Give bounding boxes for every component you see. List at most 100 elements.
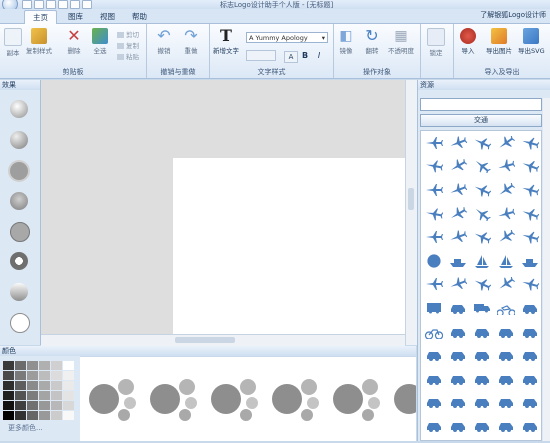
- print-icon[interactable]: [58, 0, 68, 9]
- effect-bevel[interactable]: [10, 131, 28, 149]
- color-swatch[interactable]: [39, 361, 50, 370]
- resource-item[interactable]: [446, 131, 470, 155]
- effect-outline[interactable]: [10, 222, 30, 242]
- resource-item[interactable]: [446, 391, 470, 415]
- resource-item[interactable]: [470, 225, 494, 249]
- color-swatch[interactable]: [15, 381, 26, 390]
- resource-item[interactable]: [518, 178, 541, 202]
- resource-item[interactable]: [470, 273, 494, 297]
- canvas-horizontal-scrollbar[interactable]: [41, 334, 405, 346]
- color-swatch[interactable]: [3, 401, 14, 410]
- color-swatch[interactable]: [15, 391, 26, 400]
- resource-item[interactable]: [494, 343, 518, 367]
- undo-button[interactable]: ↶ 撤销: [156, 28, 172, 56]
- color-swatch[interactable]: [63, 381, 74, 390]
- color-swatch[interactable]: [63, 391, 74, 400]
- import-button[interactable]: 导入: [460, 28, 476, 55]
- resource-item[interactable]: [470, 367, 494, 391]
- resource-item[interactable]: [494, 131, 518, 155]
- resource-item[interactable]: [446, 367, 470, 391]
- copy-button[interactable]: 复制: [117, 40, 139, 50]
- color-swatch[interactable]: [51, 401, 62, 410]
- color-swatch[interactable]: [3, 371, 14, 380]
- color-swatch[interactable]: [63, 401, 74, 410]
- resource-item[interactable]: [470, 178, 494, 202]
- mirror-button[interactable]: ◧ 镜像: [338, 28, 354, 55]
- resource-item[interactable]: [494, 367, 518, 391]
- resource-item[interactable]: [422, 296, 446, 320]
- resource-item[interactable]: [518, 225, 541, 249]
- shape-preset[interactable]: [89, 379, 136, 421]
- rotate-button[interactable]: ↻ 翻转: [364, 28, 380, 56]
- color-swatch[interactable]: [39, 381, 50, 390]
- resource-item[interactable]: [422, 320, 446, 344]
- color-swatch[interactable]: [3, 391, 14, 400]
- color-swatch[interactable]: [63, 411, 74, 420]
- resource-item[interactable]: [494, 273, 518, 297]
- select-all-button[interactable]: 全选: [92, 28, 108, 55]
- color-swatch[interactable]: [51, 411, 62, 420]
- resource-item[interactable]: [494, 155, 518, 179]
- resource-item[interactable]: [446, 296, 470, 320]
- color-swatch[interactable]: [3, 361, 14, 370]
- copy-source-button[interactable]: 副本: [4, 28, 22, 57]
- open-folder-icon[interactable]: [34, 0, 44, 9]
- save-icon[interactable]: [46, 0, 56, 9]
- cut-button[interactable]: 剪切: [117, 29, 139, 39]
- effect-flat[interactable]: [10, 162, 28, 180]
- resource-item[interactable]: [470, 155, 494, 179]
- lock-button[interactable]: 锁定: [427, 28, 445, 57]
- shape-preset[interactable]: [394, 379, 441, 421]
- resource-item[interactable]: [470, 131, 494, 155]
- color-swatch[interactable]: [27, 361, 38, 370]
- resource-item[interactable]: [446, 155, 470, 179]
- italic-button[interactable]: I: [314, 51, 324, 61]
- resource-item[interactable]: [494, 225, 518, 249]
- scroll-thumb[interactable]: [175, 337, 235, 343]
- effect-empty[interactable]: [10, 313, 30, 333]
- help-link[interactable]: 了解银狐Logo设计师: [480, 10, 546, 20]
- resource-item[interactable]: [494, 320, 518, 344]
- resource-search-input[interactable]: [420, 98, 542, 111]
- resource-item[interactable]: [446, 178, 470, 202]
- color-swatch[interactable]: [27, 401, 38, 410]
- color-swatch[interactable]: [15, 371, 26, 380]
- more-colors-link[interactable]: 更多颜色...: [8, 423, 43, 433]
- tab-help[interactable]: 帮助: [124, 10, 155, 23]
- resource-item[interactable]: [422, 367, 446, 391]
- resource-item[interactable]: [470, 202, 494, 226]
- color-swatch[interactable]: [39, 391, 50, 400]
- color-swatch[interactable]: [27, 411, 38, 420]
- shape-preset[interactable]: [272, 379, 319, 421]
- color-swatch[interactable]: [27, 371, 38, 380]
- resource-item[interactable]: [494, 296, 518, 320]
- resource-item[interactable]: [446, 343, 470, 367]
- paste-button[interactable]: 粘贴: [117, 51, 139, 61]
- color-swatch[interactable]: [63, 371, 74, 380]
- delete-button[interactable]: ✕ 删除: [66, 28, 82, 56]
- resource-item[interactable]: [494, 202, 518, 226]
- text-color-button[interactable]: A: [284, 51, 298, 63]
- resource-item[interactable]: [422, 202, 446, 226]
- resource-item[interactable]: [518, 367, 541, 391]
- resource-item[interactable]: [446, 225, 470, 249]
- effect-letter[interactable]: [10, 252, 28, 270]
- resource-item[interactable]: [446, 414, 470, 438]
- tab-view[interactable]: 视图: [92, 10, 123, 23]
- resource-item[interactable]: [518, 414, 541, 438]
- resource-item[interactable]: [518, 391, 541, 415]
- resource-item[interactable]: [470, 296, 494, 320]
- bold-button[interactable]: B: [300, 51, 310, 61]
- color-swatch[interactable]: [27, 391, 38, 400]
- resource-item[interactable]: [518, 343, 541, 367]
- resource-item[interactable]: [470, 249, 494, 273]
- font-size-select[interactable]: [246, 50, 276, 61]
- color-swatch[interactable]: [39, 401, 50, 410]
- resource-item[interactable]: [446, 273, 470, 297]
- resource-item[interactable]: [518, 249, 541, 273]
- export-svg-button[interactable]: 导出SVG: [518, 28, 545, 55]
- resource-item[interactable]: [518, 155, 541, 179]
- shape-preset[interactable]: [333, 379, 380, 421]
- color-swatch[interactable]: [15, 411, 26, 420]
- resource-category-select[interactable]: 交通: [420, 114, 542, 127]
